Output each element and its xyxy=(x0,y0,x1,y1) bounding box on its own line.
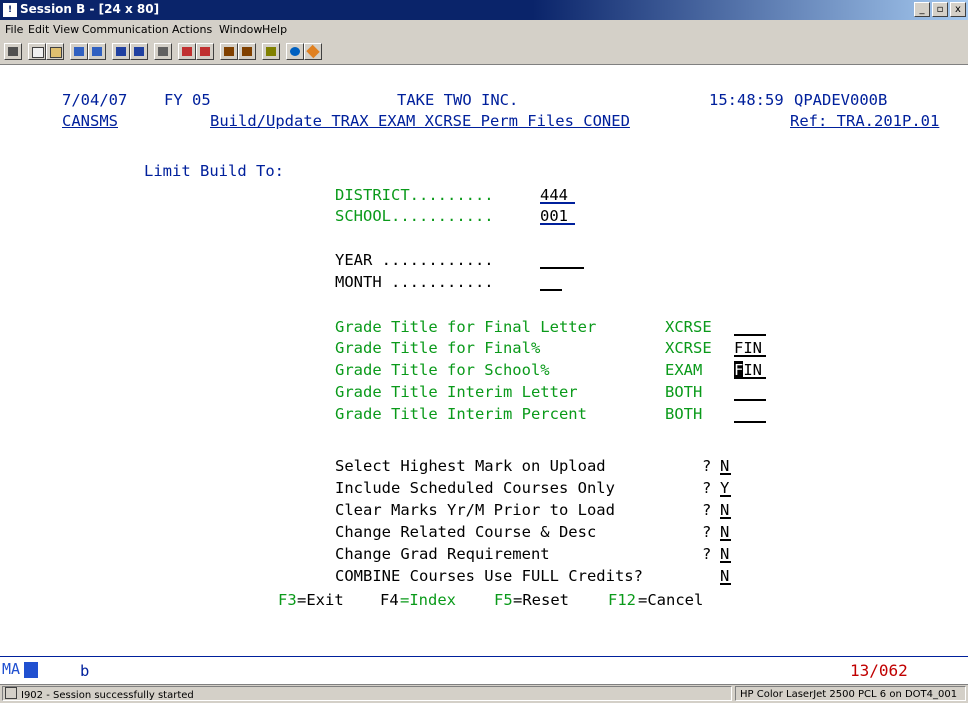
header-time: 15:48:59 xyxy=(709,91,784,109)
option-input[interactable]: N xyxy=(720,457,731,475)
program-name: CANSMS xyxy=(62,112,118,130)
map-icon[interactable] xyxy=(262,43,280,60)
maximize-button[interactable]: ▫ xyxy=(932,2,948,17)
record-icon[interactable] xyxy=(178,43,196,60)
grade-type: XCRSE xyxy=(665,339,712,357)
grade-label: Grade Title for Final% xyxy=(335,339,541,357)
terminal-screen[interactable]: 7/04/07 FY 05 TAKE TWO INC. 15:48:59 QPA… xyxy=(0,65,968,655)
option-question: ? xyxy=(702,523,712,541)
f12-key[interactable]: F12 xyxy=(608,590,636,610)
header-host: QPADEV000B xyxy=(794,91,888,109)
grade-final-letter-input[interactable] xyxy=(734,318,766,336)
screen-title: Build/Update TRAX EXAM XCRSE Perm Files … xyxy=(210,112,630,130)
year-input[interactable] xyxy=(540,251,584,269)
option-label: Change Related Course & Desc xyxy=(335,523,597,541)
grade-type: XCRSE xyxy=(665,318,712,336)
header-fy: FY 05 xyxy=(164,91,211,109)
printer-panel: HP Color LaserJet 2500 PCL 6 on DOT4_001 xyxy=(735,686,966,701)
display-icon[interactable] xyxy=(112,43,130,60)
print-screen-icon[interactable] xyxy=(4,43,22,60)
menu-edit[interactable]: Edit xyxy=(28,23,49,36)
menu-communication[interactable]: Communication xyxy=(82,23,169,36)
oia-indicator: b xyxy=(80,662,90,680)
option-label: Clear Marks Yr/M Prior to Load xyxy=(335,501,615,519)
keypad-icon[interactable] xyxy=(130,43,148,60)
f4-label: =Index xyxy=(400,591,456,609)
minimize-button[interactable]: _ xyxy=(914,2,930,17)
receive-file-icon[interactable] xyxy=(88,43,106,60)
copy-icon[interactable] xyxy=(28,43,46,60)
grade-type: BOTH xyxy=(665,383,703,401)
session-icon[interactable]: ! xyxy=(3,3,17,17)
grade-interim-letter-input[interactable] xyxy=(734,383,766,401)
school-input[interactable]: 001 xyxy=(540,207,575,225)
f4-key[interactable]: F4 xyxy=(380,590,399,610)
option-input[interactable]: N xyxy=(720,501,731,519)
stop-icon[interactable] xyxy=(220,43,238,60)
f5-key[interactable]: F5 xyxy=(494,590,513,610)
menu-window[interactable]: Window xyxy=(219,23,262,36)
school-label: SCHOOL........... xyxy=(335,207,494,225)
web-icon[interactable] xyxy=(304,43,322,60)
status-message: I902 - Session successfully started xyxy=(21,690,194,701)
menu-help[interactable]: Help xyxy=(262,23,287,36)
macro-icon[interactable] xyxy=(154,43,172,60)
option-question: ? xyxy=(702,457,712,475)
option-input[interactable]: N xyxy=(720,523,731,541)
limit-build-label: Limit Build To: xyxy=(144,162,284,180)
district-input[interactable]: 444 xyxy=(540,186,575,204)
month-input[interactable] xyxy=(540,273,562,291)
help-icon[interactable] xyxy=(286,43,304,60)
send-file-icon[interactable] xyxy=(70,43,88,60)
f12-label: =Cancel xyxy=(638,591,704,609)
screen-ref: Ref: TRA.201P.01 xyxy=(790,112,940,130)
option-question: ? xyxy=(702,479,712,497)
text-cursor: F xyxy=(734,361,744,379)
district-label: DISTRICT......... xyxy=(335,186,494,204)
f3-key[interactable]: F3 xyxy=(278,590,297,610)
header-company: TAKE TWO INC. xyxy=(397,91,519,109)
cursor-position: 13/062 xyxy=(850,661,908,680)
option-input[interactable]: N xyxy=(720,545,731,563)
window-titlebar[interactable]: ! Session B - [24 x 80] _ ▫ x xyxy=(0,0,968,20)
grade-label: Grade Title Interim Percent xyxy=(335,405,587,423)
option-question: ? xyxy=(702,545,712,563)
header-date: 7/04/07 xyxy=(62,91,128,109)
option-label: Include Scheduled Courses Only xyxy=(335,479,615,497)
grade-label: Grade Title Interim Letter xyxy=(335,383,578,401)
play-icon[interactable] xyxy=(196,43,214,60)
window-title: Session B - [24 x 80] xyxy=(20,2,160,16)
option-label: Select Highest Mark on Upload xyxy=(335,457,606,475)
menu-bar: File Edit View Communication Actions Win… xyxy=(0,20,968,40)
f3-label: =Exit xyxy=(297,591,344,609)
year-label: YEAR ............ xyxy=(335,251,494,269)
grade-interim-percent-input[interactable] xyxy=(734,405,766,423)
grade-school-percent-input[interactable]: FIN xyxy=(734,361,766,379)
operator-info-area: MA b 13/062 xyxy=(0,657,968,685)
color-icon[interactable] xyxy=(238,43,256,60)
menu-file[interactable]: File xyxy=(5,23,23,36)
grade-type: BOTH xyxy=(665,405,703,423)
option-question: ? xyxy=(702,501,712,519)
month-label: MONTH ........... xyxy=(335,273,494,291)
oia-mode: MA xyxy=(2,660,39,678)
grade-label: Grade Title for Final Letter xyxy=(335,318,597,336)
close-button[interactable]: x xyxy=(950,2,966,17)
option-label: COMBINE Courses Use FULL Credits? xyxy=(335,567,643,585)
toolbar xyxy=(0,40,968,65)
status-message-panel: I902 - Session successfully started xyxy=(2,686,732,701)
f5-label: =Reset xyxy=(513,591,569,609)
option-input[interactable]: Y xyxy=(720,479,731,497)
option-input[interactable]: N xyxy=(720,567,731,585)
option-label: Change Grad Requirement xyxy=(335,545,550,563)
grade-final-percent-input[interactable]: FIN xyxy=(734,339,766,357)
grade-type: EXAM xyxy=(665,361,703,379)
paste-icon[interactable] xyxy=(46,43,64,60)
status-bar: I902 - Session successfully started HP C… xyxy=(0,684,968,703)
grade-label: Grade Title for School% xyxy=(335,361,550,379)
status-icon xyxy=(5,687,17,699)
menu-view[interactable]: View xyxy=(53,23,79,36)
menu-actions[interactable]: Actions xyxy=(172,23,212,36)
